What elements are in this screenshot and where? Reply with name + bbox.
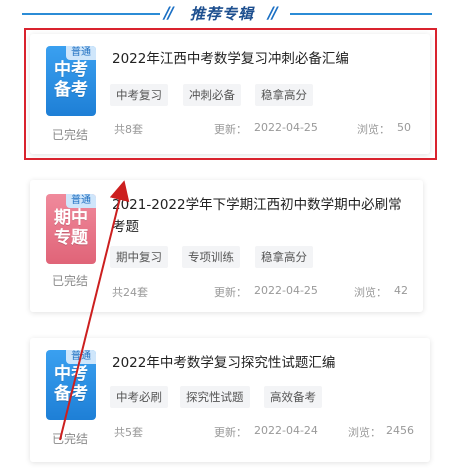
header-slash-left-icon: // bbox=[164, 3, 174, 22]
cover-text-line1: 中考 bbox=[54, 60, 88, 80]
album-count: 共5套 bbox=[114, 426, 143, 439]
album-count: 共24套 bbox=[112, 286, 148, 299]
album-cover[interactable]: 普通 期中 专题 bbox=[46, 194, 96, 264]
album-tag[interactable]: 稳拿高分 bbox=[255, 84, 313, 106]
album-tag[interactable]: 高效备考 bbox=[264, 386, 322, 408]
album-card[interactable]: 普通 中考 备考 已完结 2022年江西中考数学复习冲刺必备汇编 中考复习 冲刺… bbox=[30, 34, 430, 154]
updated-date: 2022-04-24 bbox=[254, 424, 318, 437]
updated-label: 更新： bbox=[214, 123, 247, 136]
views-count: 50 bbox=[397, 121, 411, 134]
cover-text-line2: 备考 bbox=[54, 80, 88, 100]
album-status: 已完结 bbox=[52, 274, 89, 288]
album-title[interactable]: 2022年中考数学复习探究性试题汇编 bbox=[112, 352, 412, 374]
album-type-badge: 普通 bbox=[66, 350, 96, 364]
album-count: 共8套 bbox=[114, 123, 143, 136]
album-tag[interactable]: 期中复习 bbox=[110, 246, 168, 268]
views-label: 浏览： bbox=[348, 426, 381, 439]
album-status: 已完结 bbox=[52, 128, 89, 142]
updated-date: 2022-04-25 bbox=[254, 121, 318, 134]
album-cover[interactable]: 普通 中考 备考 bbox=[46, 350, 96, 420]
section-title: 推荐专辑 bbox=[190, 5, 255, 23]
cover-text-line1: 期中 bbox=[54, 208, 88, 228]
album-tag[interactable]: 专项训练 bbox=[182, 246, 240, 268]
cover-text-line2: 备考 bbox=[54, 384, 88, 404]
cover-text-line2: 专题 bbox=[54, 228, 88, 248]
album-tag[interactable]: 稳拿高分 bbox=[255, 246, 313, 268]
updated-label: 更新： bbox=[214, 286, 247, 299]
cover-text-line1: 中考 bbox=[54, 364, 88, 384]
views-label: 浏览： bbox=[354, 286, 387, 299]
updated-date: 2022-04-25 bbox=[254, 284, 318, 297]
album-tag[interactable]: 探究性试题 bbox=[180, 386, 250, 408]
album-card[interactable]: 普通 期中 专题 已完结 2021-2022学年下学期江西初中数学期中必刷常考题… bbox=[30, 180, 423, 312]
views-count: 2456 bbox=[386, 424, 414, 437]
header-divider-left bbox=[22, 13, 160, 15]
album-tag[interactable]: 冲刺必备 bbox=[183, 84, 241, 106]
section-header: // 推荐专辑 // bbox=[0, 0, 456, 26]
header-slash-right-icon: // bbox=[268, 3, 278, 22]
album-status: 已完结 bbox=[52, 432, 89, 446]
album-tag[interactable]: 中考必刷 bbox=[110, 386, 168, 408]
album-type-badge: 普通 bbox=[66, 46, 96, 60]
album-card[interactable]: 普通 中考 备考 已完结 2022年中考数学复习探究性试题汇编 中考必刷 探究性… bbox=[30, 338, 430, 462]
album-title[interactable]: 2022年江西中考数学复习冲刺必备汇编 bbox=[112, 48, 412, 70]
album-type-badge: 普通 bbox=[66, 194, 96, 208]
views-count: 42 bbox=[394, 284, 408, 297]
updated-label: 更新： bbox=[214, 426, 247, 439]
views-label: 浏览： bbox=[357, 123, 390, 136]
header-divider-right bbox=[290, 13, 432, 15]
album-tag[interactable]: 中考复习 bbox=[110, 84, 168, 106]
album-title[interactable]: 2021-2022学年下学期江西初中数学期中必刷常考题 bbox=[112, 194, 412, 238]
album-cover[interactable]: 普通 中考 备考 bbox=[46, 46, 96, 116]
